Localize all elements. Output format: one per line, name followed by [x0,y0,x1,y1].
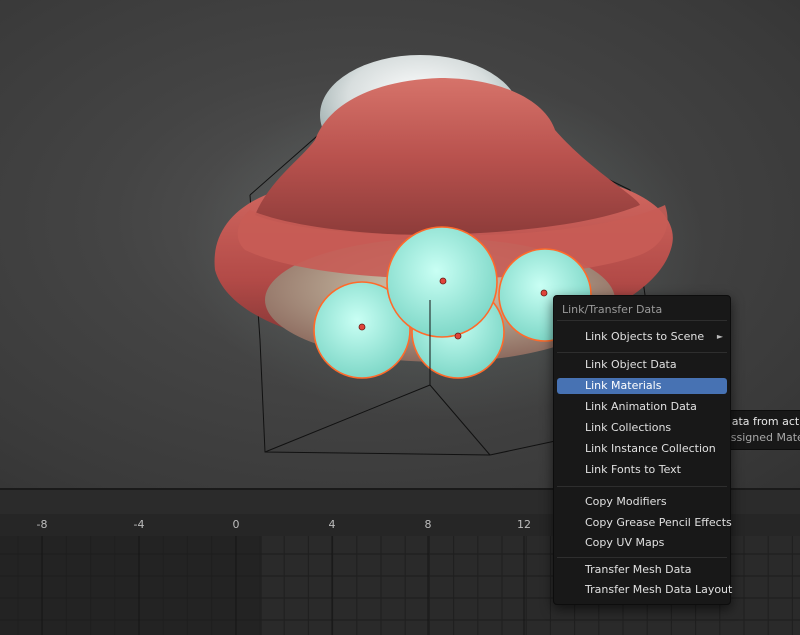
menu-item-transfer-mesh-data[interactable]: Transfer Mesh Data [557,562,727,578]
menu-item-link-animation-data[interactable]: Link Animation Data [557,399,727,415]
menu-item-label: Link Instance Collection [585,442,716,455]
tick-label: 0 [232,518,240,531]
menu-item-label: Transfer Mesh Data [585,563,692,576]
menu-item-link-instance-collection[interactable]: Link Instance Collection [557,441,727,457]
menu-item-transfer-mesh-data-layout[interactable]: Transfer Mesh Data Layout [557,582,732,598]
link-transfer-menu: Link/Transfer Data Link Objects to Scene… [553,295,732,605]
menu-separator [557,486,727,487]
menu-item-label: Link Objects to Scene [585,330,705,343]
tick-label: 8 [424,518,432,531]
menu-item-label: Link Collections [585,421,672,434]
menu-item-label: Copy Grease Pencil Effects [585,516,732,529]
tick-label: -4 [133,518,145,531]
menu-item-label: Transfer Mesh Data Layout [585,583,733,596]
menu-item-link-collections[interactable]: Link Collections [557,420,727,436]
menu-separator [557,352,727,353]
menu-title: Link/Transfer Data [562,303,663,316]
submenu-arrow-icon: ► [716,332,723,341]
menu-item-link-fonts-to-text[interactable]: Link Fonts to Text [557,462,727,478]
tick-label: 12 [517,518,531,531]
menu-item-label: Link Materials [585,379,662,392]
menu-item-label: Copy Modifiers [585,495,667,508]
menu-item-label: Link Animation Data [585,400,697,413]
menu-separator [557,320,727,321]
menu-item-link-materials[interactable]: Link Materials [557,378,727,394]
menu-item-label: Link Fonts to Text [585,463,681,476]
menu-separator [557,557,727,558]
menu-item-copy-modifiers[interactable]: Copy Modifiers [557,494,727,510]
menu-item-copy-uv-maps[interactable]: Copy UV Maps [557,535,727,551]
tick-label: -8 [36,518,48,531]
menu-item-link-objects-to-scene[interactable]: Link Objects to Scene ► [557,329,727,345]
menu-item-link-object-data[interactable]: Link Object Data [557,357,727,373]
menu-item-label: Link Object Data [585,358,677,371]
menu-item-label: Copy UV Maps [585,536,665,549]
tick-label: 4 [328,518,336,531]
menu-item-copy-grease-pencil-effects[interactable]: Copy Grease Pencil Effects [557,515,732,531]
